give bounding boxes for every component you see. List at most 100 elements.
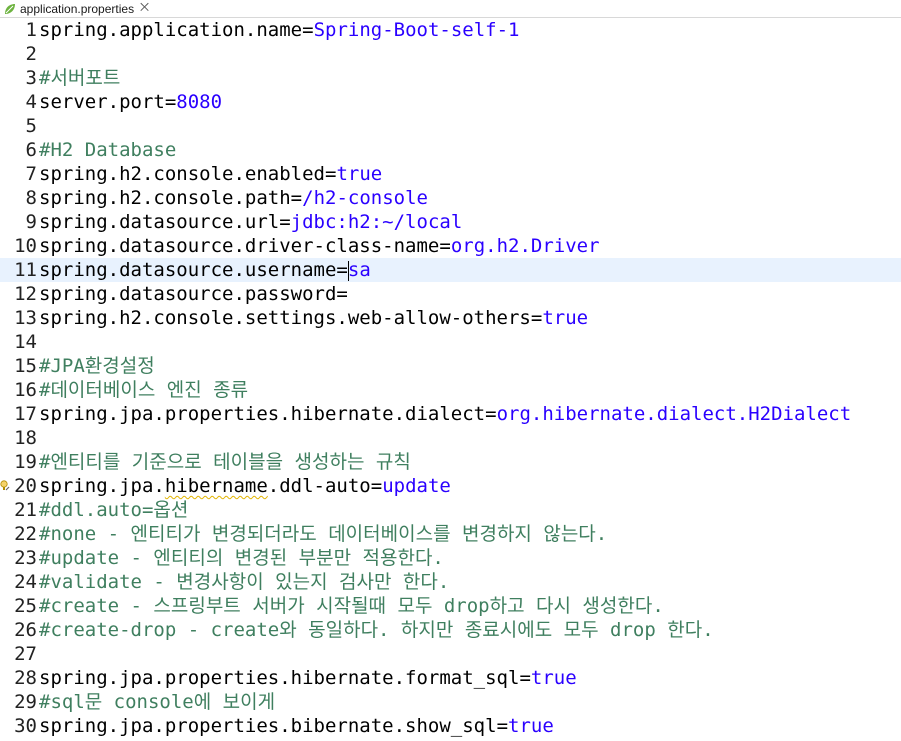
equals-sign: = [336, 283, 348, 305]
property-line: spring.jpa.properties.hibernate.dialect=… [37, 402, 851, 426]
editor-line-29[interactable]: 29 #sql문 console에 보이게 [0, 690, 901, 714]
editor-line-19[interactable]: 19 #엔티티를 기준으로 테이블을 생성하는 규칙 [0, 450, 901, 474]
line-number: 19 [14, 451, 37, 473]
equals-sign: = [279, 211, 291, 233]
property-value: 8080 [176, 91, 223, 113]
editor-tab-bar: application.properties ⨉ [0, 0, 901, 18]
property-value: true [508, 715, 554, 737]
line-number: 23 [14, 547, 37, 569]
property-value: jdbc:h2:~/local [290, 211, 463, 233]
line-number: 10 [14, 235, 37, 257]
editor-line-30[interactable]: 30 spring.jpa.properties.bibernate.show_s… [0, 714, 901, 738]
comment: #create - 스프링부트 서버가 시작될때 모두 drop하고 다시 생성… [39, 595, 664, 617]
property-line: spring.jpa.properties.hibernate.format_s… [37, 666, 577, 690]
comment: #H2 Database [39, 139, 177, 161]
line-number: 3 [25, 67, 37, 89]
property-key: spring.jpa. [39, 475, 165, 497]
equals-sign: = [530, 307, 543, 329]
editor-line-18[interactable]: 18 [0, 426, 901, 450]
editor-line-6[interactable]: 6 #H2 Database [0, 138, 901, 162]
editor-line-2[interactable]: 2 [0, 42, 901, 66]
equals-sign: = [496, 715, 509, 737]
editor-line-9[interactable]: 9 spring.datasource.url=jdbc:h2:~/local [0, 210, 901, 234]
editor-line-8[interactable]: 8 spring.h2.console.path=/h2-console [0, 186, 901, 210]
close-icon[interactable]: ⨉ [140, 3, 149, 14]
comment: #데이터베이스 엔진 종류 [39, 379, 249, 401]
property-line: spring.h2.console.settings.web-allow-oth… [37, 306, 588, 330]
editor-line-4[interactable]: 4 server.port=8080 [0, 90, 901, 114]
comment: #JPA환경설정 [39, 355, 155, 377]
comment-text: #ddl.auto=옵션 [37, 498, 188, 522]
editor-line-5[interactable]: 5 [0, 114, 901, 138]
property-key: server.port [39, 91, 165, 113]
editor-line-25[interactable]: 25 #create - 스프링부트 서버가 시작될때 모두 drop하고 다시 … [0, 594, 901, 618]
line-number: 28 [14, 667, 37, 689]
comment-text: #none - 엔티티가 변경되더라도 데이터베이스를 변경하지 않는다. [37, 522, 607, 546]
line-number: 30 [14, 715, 37, 737]
editor-line-1[interactable]: 1 spring.application.name=Spring-Boot-sel… [0, 18, 901, 42]
comment: #validate - 변경사항이 있는지 검사만 한다. [39, 571, 450, 593]
comment-text: #create - 스프링부트 서버가 시작될때 모두 drop하고 다시 생성… [37, 594, 664, 618]
editor-line-23[interactable]: 23 #update - 엔티티의 변경된 부분만 적용한다. [0, 546, 901, 570]
warning-marker-icon[interactable] [0, 479, 10, 493]
editor-line-3[interactable]: 3 #서버포트 [0, 66, 901, 90]
editor-line-11[interactable]: 11 spring.datasource.username=sa [0, 258, 901, 282]
comment-text: #create-drop - create와 동일하다. 하지만 종료시에도 모… [37, 618, 714, 642]
property-key: spring.application.name [39, 19, 303, 41]
line-number: 24 [14, 571, 37, 593]
property-value: Spring-Boot-self-1 [313, 19, 520, 41]
editor-line-22[interactable]: 22 #none - 엔티티가 변경되더라도 데이터베이스를 변경하지 않는다. [0, 522, 901, 546]
comment-text: #서버포트 [37, 66, 120, 90]
editor-line-17[interactable]: 17 spring.jpa.properties.hibernate.dialec… [0, 402, 901, 426]
editor-line-27[interactable]: 27 [0, 642, 901, 666]
line-number: 1 [25, 19, 37, 41]
editor-line-26[interactable]: 26 #create-drop - create와 동일하다. 하지만 종료시에도… [0, 618, 901, 642]
line-number: 22 [14, 523, 37, 545]
property-key: spring.h2.console.settings.web-allow-oth… [39, 307, 531, 329]
code-editor[interactable]: 1 spring.application.name = Spring-Boot-sel… [0, 18, 901, 738]
editor-line-13[interactable]: 13 spring.h2.console.settings.web-allow-o… [0, 306, 901, 330]
line-number: 12 [14, 283, 37, 305]
equals-sign: = [164, 91, 177, 113]
property-key: spring.h2.console.enabled [39, 163, 325, 185]
property-line: spring.datasource.password= [37, 282, 348, 306]
comment-text: #엔티티를 기준으로 테이블을 생성하는 규칙 [37, 450, 411, 474]
editor-tab-application-properties[interactable]: application.properties ⨉ [0, 0, 166, 17]
property-value: true [542, 307, 589, 329]
editor-line-12[interactable]: 12 spring.datasource.password= [0, 282, 901, 306]
line-number: 14 [14, 331, 37, 353]
line-number: 4 [25, 91, 37, 113]
property-value: true [530, 667, 577, 689]
comment: #ddl.auto=옵션 [39, 499, 189, 521]
editor-line-10[interactable]: 10 spring.datasource.driver-class-name=or… [0, 234, 901, 258]
comment-text: #H2 Database [37, 138, 176, 162]
line-number: 8 [25, 187, 37, 209]
editor-line-24[interactable]: 24 #validate - 변경사항이 있는지 검사만 한다. [0, 570, 901, 594]
editor-line-14[interactable]: 14 [0, 330, 901, 354]
line-number: 16 [14, 379, 37, 401]
property-value: org.h2.Driver [450, 235, 600, 257]
property-key: spring.jpa.properties.hibernate.dialect [39, 403, 486, 425]
comment: #엔티티를 기준으로 테이블을 생성하는 규칙 [39, 451, 411, 473]
line-number: 13 [14, 307, 37, 329]
comment-text: #update - 엔티티의 변경된 부분만 적용한다. [37, 546, 444, 570]
editor-line-21[interactable]: 21 #ddl.auto=옵션 [0, 498, 901, 522]
editor-line-16[interactable]: 16 #데이터베이스 엔진 종류 [0, 378, 901, 402]
equals-sign: = [370, 475, 383, 497]
equals-sign: = [324, 163, 337, 185]
comment-text: #sql문 console에 보이게 [37, 690, 275, 714]
equals-sign: = [290, 187, 303, 209]
editor-line-7[interactable]: 7 spring.h2.console.enabled=true [0, 162, 901, 186]
editor-line-20[interactable]: 20 spring.jpa.hibername.ddl-auto=update [0, 474, 901, 498]
property-value: org.hibernate.dialect.H2Dialect [496, 403, 852, 425]
property-value: update [382, 475, 451, 497]
editor-line-15[interactable]: 15 #JPA환경설정 [0, 354, 901, 378]
equals-sign: = [485, 403, 497, 425]
editor-line-28[interactable]: 28 spring.jpa.properties.hibernate.format… [0, 666, 901, 690]
property-value: true [336, 163, 383, 185]
property-key: spring.jpa.properties.hibernate.format_s… [39, 667, 520, 689]
comment-text: #JPA환경설정 [37, 354, 155, 378]
property-line: spring.h2.console.path=/h2-console [37, 186, 428, 210]
comment: #none - 엔티티가 변경되더라도 데이터베이스를 변경하지 않는다. [39, 523, 608, 545]
property-value: /h2-console [302, 187, 428, 209]
